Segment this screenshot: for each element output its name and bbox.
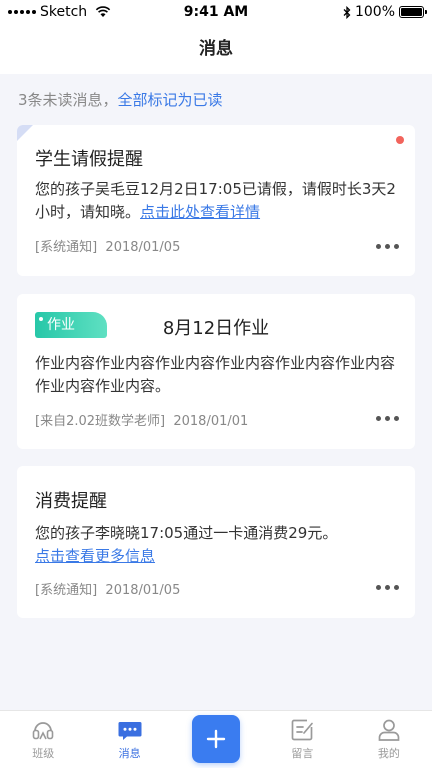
tab-add[interactable] (173, 711, 259, 768)
message-body: 您的孩子李晓晓17:05通过一卡通消费29元。 点击查看更多信息 (35, 522, 397, 568)
more-options-icon[interactable] (376, 416, 399, 421)
status-right: 100% (343, 4, 427, 20)
message-card[interactable]: 消费提醒 您的孩子李晓晓17:05通过一卡通消费29元。 点击查看更多信息 [系… (17, 466, 415, 618)
more-options-icon[interactable] (376, 585, 399, 590)
add-button[interactable] (192, 715, 241, 763)
tab-class[interactable]: 班级 (0, 711, 86, 768)
tab-message[interactable]: 消息 (86, 711, 172, 768)
message-date: 2018/01/05 (105, 583, 181, 598)
message-card[interactable]: 学生请假提醒 您的孩子吴毛豆12月2日17:05已请假，请假时长3天2小时，请知… (17, 125, 415, 276)
more-options-icon[interactable] (376, 244, 399, 249)
message-body: 您的孩子吴毛豆12月2日17:05已请假，请假时长3天2小时，请知晓。点击此处查… (35, 178, 397, 224)
battery-icon (399, 6, 427, 18)
message-title: 8月12日作业 (162, 318, 270, 339)
tab-profile[interactable]: 我的 (346, 711, 432, 768)
tab-label: 班级 (32, 747, 55, 760)
message-title: 学生请假提醒 (35, 149, 143, 170)
card-corner-decoration (17, 125, 33, 141)
view-details-link[interactable]: 点击此处查看详情 (140, 203, 260, 221)
message-source: [系统通知] (35, 583, 98, 598)
page-title: 消息 (199, 39, 233, 59)
bluetooth-icon (343, 5, 351, 19)
message-card[interactable]: 作业 8月12日作业 作业内容作业内容作业内容作业内容作业内容作业内容作业内容作… (17, 294, 415, 449)
unread-notice: 3条未读消息，全部标记为已读 (0, 74, 432, 116)
status-bar: Sketch 9:41 AM 100% (0, 0, 432, 26)
tab-note[interactable]: 留言 (259, 711, 345, 768)
message-date: 2018/01/05 (105, 240, 181, 255)
nav-bar: 消息 (0, 26, 432, 74)
message-title: 消费提醒 (35, 491, 107, 512)
note-icon (292, 719, 314, 741)
view-more-link[interactable]: 点击查看更多信息 (35, 545, 397, 568)
message-date: 2018/01/01 (173, 414, 249, 429)
profile-icon (378, 719, 400, 741)
class-icon (32, 722, 54, 740)
message-source: [来自2.02班数学老师] (35, 414, 166, 429)
unread-dot (396, 136, 404, 144)
message-body-text: 您的孩子李晓晓17:05通过一卡通消费29元。 (35, 524, 338, 542)
message-meta: [来自2.02班数学老师] 2018/01/01 (35, 410, 248, 429)
tab-label: 我的 (377, 747, 400, 760)
tab-bar: 班级 消息 留言 我的 (0, 710, 432, 768)
message-source: [系统通知] (35, 240, 98, 255)
tab-label: 消息 (118, 747, 141, 760)
message-icon (118, 722, 142, 740)
plus-icon (206, 729, 226, 749)
tab-label: 留言 (291, 747, 314, 760)
message-meta: [系统通知] 2018/01/05 (35, 236, 180, 255)
unread-count-text: 3条未读消息， (18, 91, 118, 109)
mark-all-read-link[interactable]: 全部标记为已读 (118, 91, 223, 109)
battery-percent: 100% (354, 4, 395, 20)
message-meta: [系统通知] 2018/01/05 (35, 579, 180, 598)
message-body: 作业内容作业内容作业内容作业内容作业内容作业内容作业内容作业内容。 (35, 354, 396, 395)
